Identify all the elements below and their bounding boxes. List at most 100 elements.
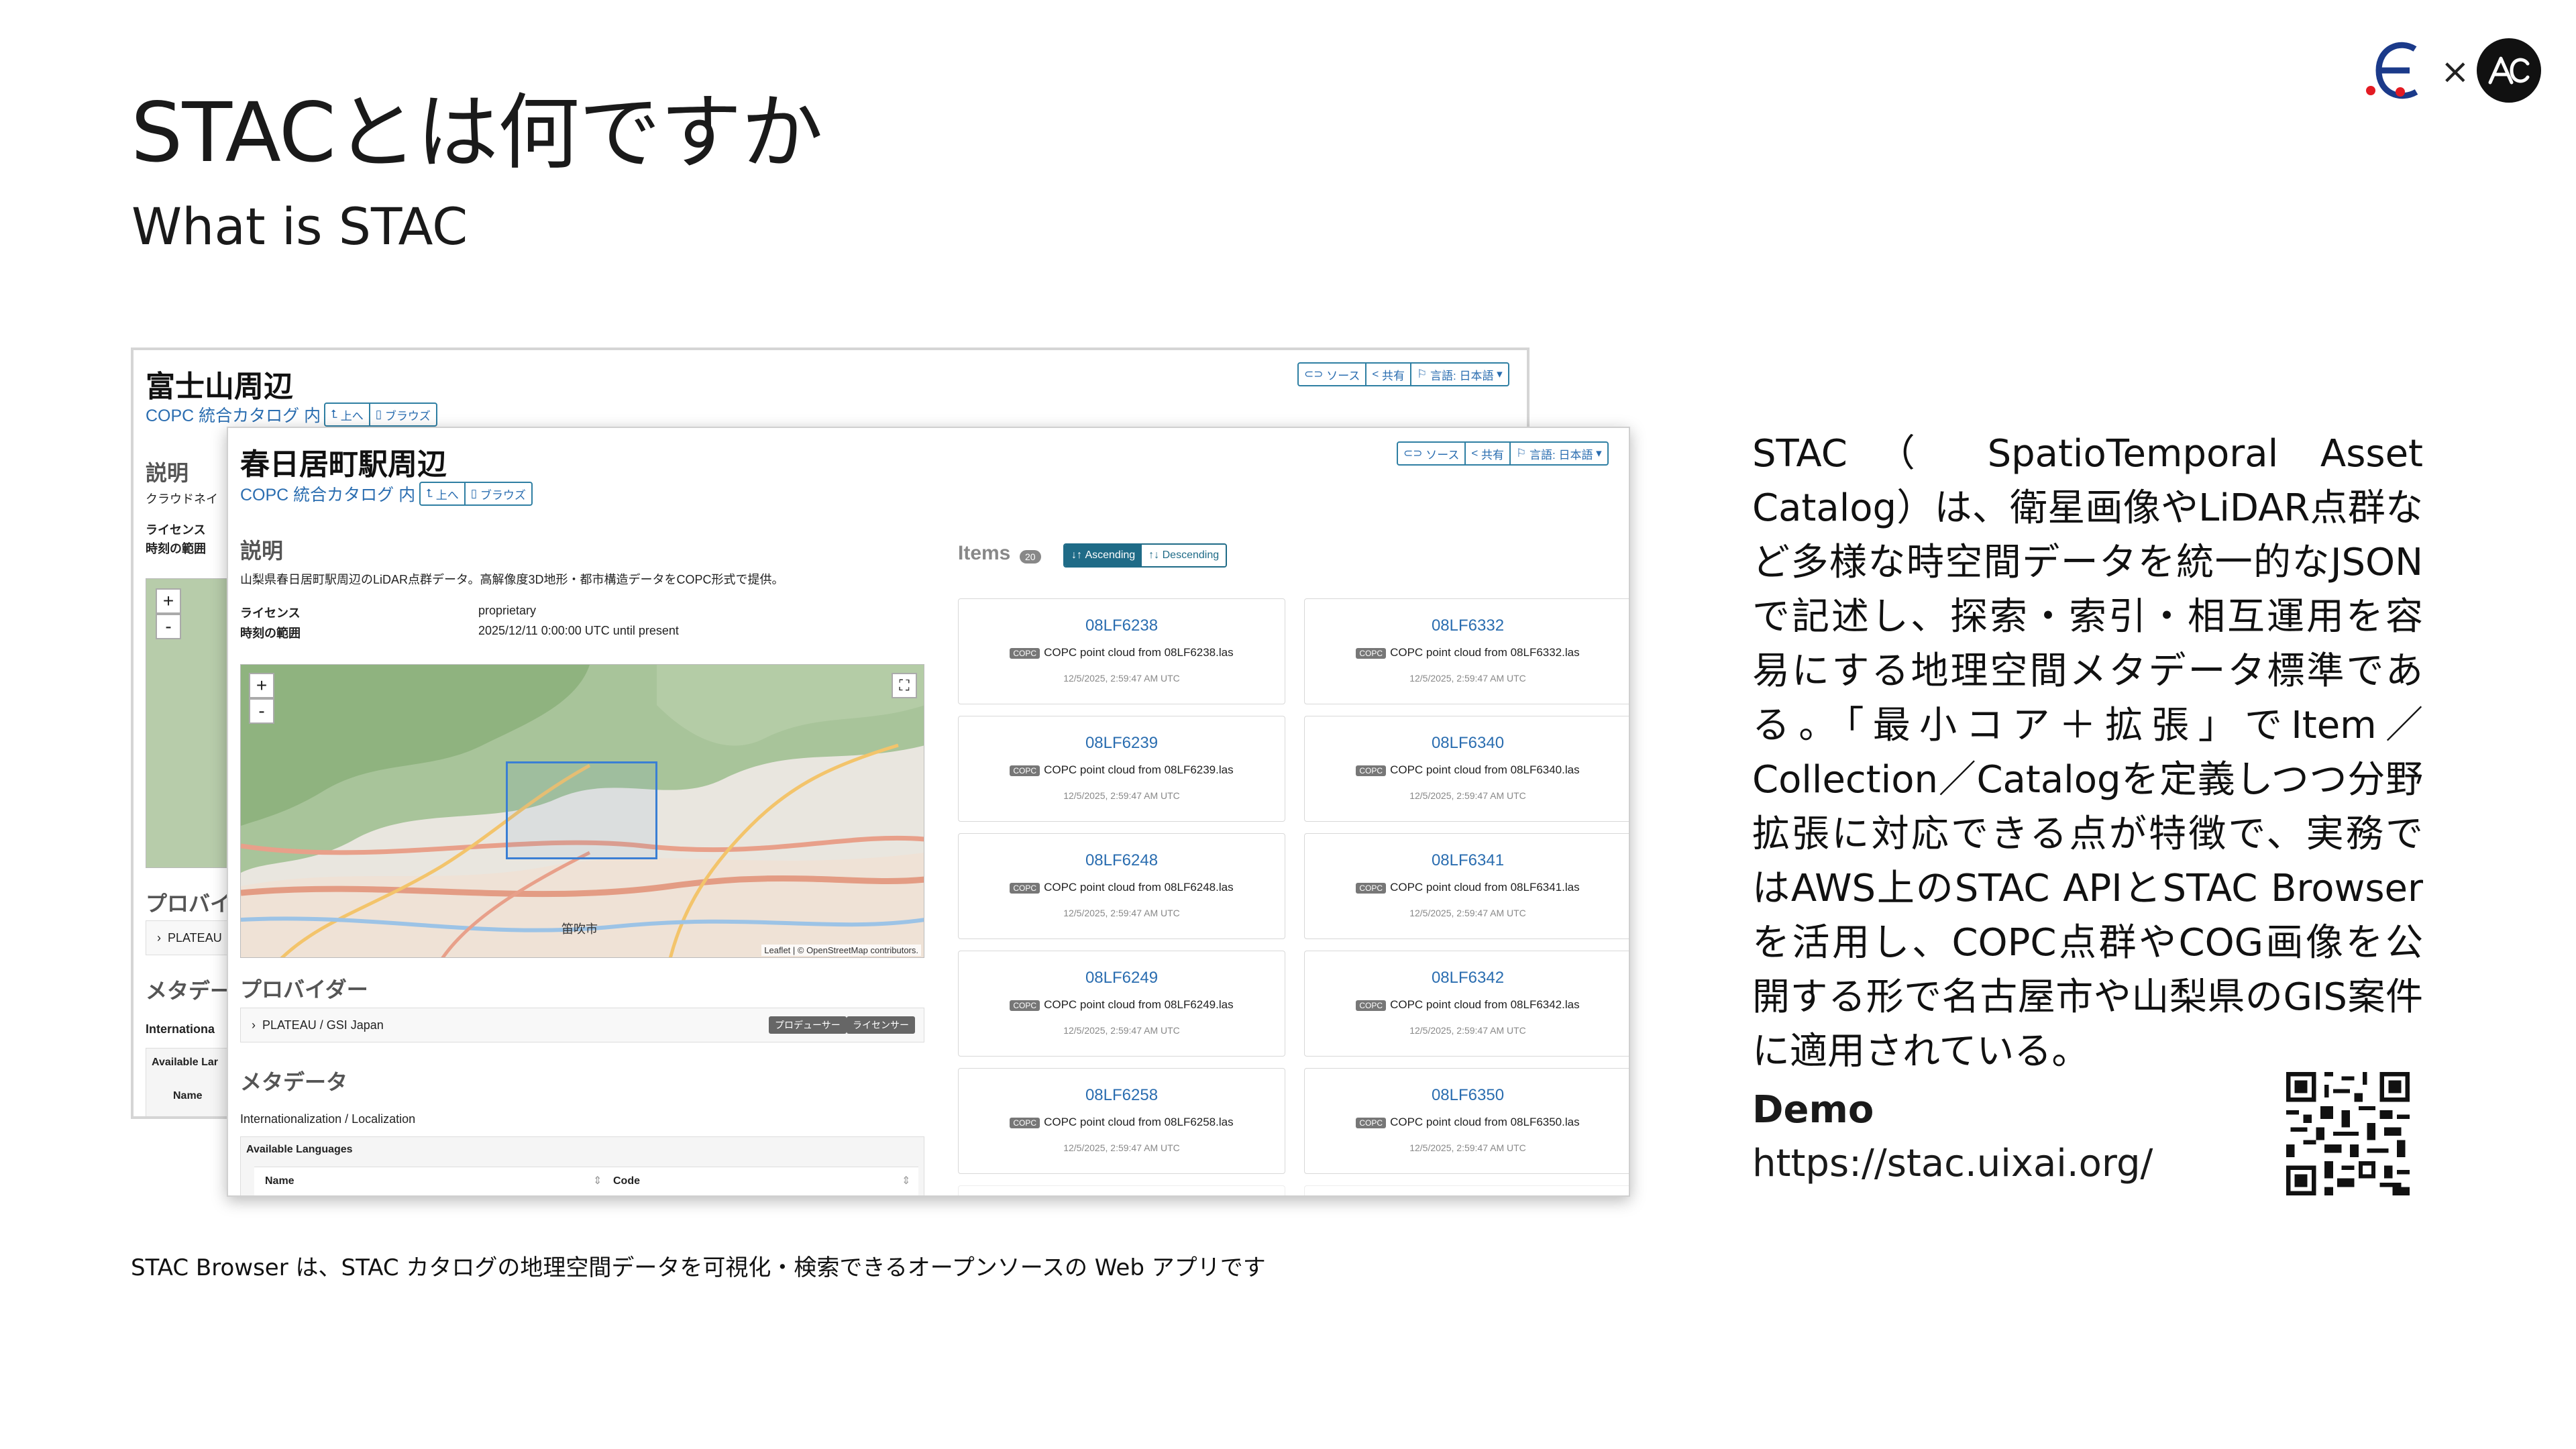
up-button[interactable]: ⮤ 上へ [421,483,466,504]
slide-subtitle: What is STAC [131,197,468,256]
language-button[interactable]: ⚐ 言語: 日本語 ▾ [1411,364,1508,385]
qr-code-icon [2286,1072,2410,1195]
item-description: COPC COPC point cloud from 08LF6239.las [959,763,1285,777]
item-card[interactable]: 08LF6332 COPC COPC point cloud from 08LF63… [1304,598,1629,704]
source-button[interactable]: ⊂⊃ ソース [1299,364,1367,385]
item-timestamp: 12/5/2025, 2:59:47 AM UTC [1409,790,1526,801]
item-title-link[interactable]: 08LF6340 [1305,734,1629,753]
copc-badge: COPC [1010,765,1040,776]
item-title-link[interactable]: 08LF6238 [959,616,1285,635]
code-column-header[interactable]: Code [613,1175,640,1187]
item-card[interactable]: 08LF6259COPCCOPC point cloud from 08LF62… [958,1185,1285,1195]
item-title-link[interactable]: 08LF6249 [959,969,1285,987]
demo-label: Demo [1752,1088,1874,1132]
sort-icon[interactable]: ⇕ [593,1174,602,1187]
sort-button-group: ↓↑ Ascending ↑↓ Descending [1063,543,1228,568]
item-description-text: COPC point cloud from 08LF6258.las [1044,1116,1234,1128]
screenshot-caption: STAC Browser は、STAC カタログの地理空間データを可視化・検索で… [131,1254,1266,1281]
item-description-text: COPC point cloud from 08LF6340.las [1390,763,1580,776]
item-description: COPC COPC point cloud from 08LF6332.las [1305,646,1629,659]
zoom-out-button[interactable]: - [249,698,274,724]
providers-heading: プロバイダー [240,977,368,1002]
sort-descending-button[interactable]: ↑↓ Descending [1142,545,1226,566]
map-attribution[interactable]: Leaflet | © OpenStreetMap contributors. [761,945,921,956]
stac-browser-screenshot-front: 春日居町駅周辺 COPC 統合カタログ 内 ⮤ 上へ ▯ ブラウズ ⊂⊃ ソース… [227,427,1630,1197]
zoom-in-button[interactable]: + [249,673,274,698]
item-timestamp: 12/5/2025, 2:59:47 AM UTC [1063,790,1180,801]
copc-badge: COPC [1356,1000,1387,1011]
item-card[interactable]: 08LF6350 COPC COPC point cloud from 08LF63… [1304,1068,1629,1174]
item-title-link[interactable]: 08LF6350 [1305,1086,1629,1105]
nav-button-group: ⮤ 上へ ▯ ブラウズ [419,482,533,506]
description-heading: 説明 [146,461,189,485]
item-card[interactable]: 08LF6248 COPC COPC point cloud from 08LF62… [958,833,1285,939]
page-title: 富士山周辺 [146,370,293,403]
item-description: COPC COPC point cloud from 08LF6350.las [1305,1116,1629,1129]
item-card[interactable]: 08LF6341 COPC COPC point cloud from 08LF63… [1304,833,1629,939]
item-description-text: COPC point cloud from 08LF6341.las [1390,881,1580,894]
share-button[interactable]: < 共有 [1466,443,1511,464]
source-button[interactable]: ⊂⊃ ソース [1398,443,1466,464]
copc-badge: COPC [1010,647,1040,659]
languages-table: Available Languages Name ⇕ Code ⇕ [240,1136,924,1195]
item-title-link[interactable]: 08LF6342 [1305,969,1629,987]
item-card[interactable]: 08LF6239 COPC COPC point cloud from 08LF62… [958,716,1285,822]
map-city-label: 笛吹市 [561,922,598,936]
items-count-badge: 20 [1020,550,1041,564]
stac-description: STAC（ SpatioTemporal Asset Catalog）は、衛星画… [1752,432,2423,1073]
zoom-in-button[interactable]: + [156,588,181,614]
description-heading: 説明 [240,539,284,563]
metadata-heading: メタデー [146,979,232,1003]
provider-role-badge: ライセンサー [847,1016,915,1034]
copc-badge: COPC [1010,882,1040,894]
language-button[interactable]: ⚐ 言語: 日本語 ▾ [1511,443,1607,464]
slide-title: STACとは何ですか [131,85,823,180]
items-heading: Items [958,542,1011,564]
breadcrumb[interactable]: COPC 統合カタログ 内 [146,402,321,427]
item-description: COPC COPC point cloud from 08LF6341.las [1305,881,1629,894]
item-description: COPC COPC point cloud from 08LF6249.las [959,998,1285,1012]
item-title-link[interactable]: 08LF6258 [959,1086,1285,1105]
breadcrumb[interactable]: COPC 統合カタログ 内 [240,482,415,506]
item-title-link[interactable]: 08LF6248 [959,851,1285,870]
provider-role-badge: プロデューサー [769,1016,847,1034]
copc-badge: COPC [1010,1000,1040,1011]
item-title-link[interactable]: 08LF6332 [1305,616,1629,635]
item-timestamp: 12/5/2025, 2:59:47 AM UTC [1063,908,1180,918]
item-card[interactable]: 08LF6351COPCCOPC point cloud from 08LF63… [1304,1185,1629,1195]
copc-badge: COPC [1356,1117,1387,1128]
item-timestamp: 12/5/2025, 2:59:47 AM UTC [1063,1142,1180,1153]
item-card[interactable]: 08LF6258 COPC COPC point cloud from 08LF62… [958,1068,1285,1174]
table-header: Name ⇕ Code ⇕ [254,1167,918,1195]
item-description: COPC COPC point cloud from 08LF6340.las [1305,763,1629,777]
page-title: 春日居町駅周辺 [240,448,447,481]
browse-button[interactable]: ▯ ブラウズ [370,404,436,425]
item-description-text: COPC point cloud from 08LF6350.las [1390,1116,1580,1128]
zoom-out-button[interactable]: - [156,614,181,639]
sort-ascending-button[interactable]: ↓↑ Ascending [1065,545,1142,566]
sort-icon[interactable]: ⇕ [902,1174,910,1187]
temporal-label: 時刻の範囲 [240,627,301,640]
item-card[interactable]: 08LF6342 COPC COPC point cloud from 08LF63… [1304,951,1629,1057]
name-column-header[interactable]: Name [265,1175,294,1187]
browse-button[interactable]: ▯ ブラウズ [466,483,531,504]
item-description-text: COPC point cloud from 08LF6332.las [1390,646,1580,659]
demo-url-link[interactable]: https://stac.uixai.org/ [1752,1142,2153,1185]
up-button[interactable]: ⮤ 上へ [325,404,370,425]
metadata-heading: メタデータ [240,1070,348,1094]
fullscreen-button[interactable]: ⛶ [892,673,917,698]
description-text: 山梨県春日居町駅周辺のLiDAR点群データ。高解像度3D地形・都市構造データをC… [240,573,784,586]
toolbar-button-group: ⊂⊃ ソース < 共有 ⚐ 言語: 日本語 ▾ [1397,441,1609,466]
item-card[interactable]: 08LF6340 COPC COPC point cloud from 08LF63… [1304,716,1629,822]
item-description-text: COPC point cloud from 08LF6342.las [1390,998,1580,1011]
map-view[interactable]: 笛吹市 + - ⛶ Leaflet | © OpenStreetMap cont… [240,664,924,958]
item-card[interactable]: 08LF6249 COPC COPC point cloud from 08LF62… [958,951,1285,1057]
item-timestamp: 12/5/2025, 2:59:47 AM UTC [1409,1142,1526,1153]
item-card[interactable]: 08LF6238 COPC COPC point cloud from 08LF62… [958,598,1285,704]
item-title-link[interactable]: 08LF6239 [959,734,1285,753]
copc-badge: COPC [1010,1117,1040,1128]
item-timestamp: 12/5/2025, 2:59:47 AM UTC [1063,1025,1180,1036]
logo-area: × [2348,37,2549,111]
share-button[interactable]: < 共有 [1366,364,1412,385]
item-title-link[interactable]: 08LF6341 [1305,851,1629,870]
